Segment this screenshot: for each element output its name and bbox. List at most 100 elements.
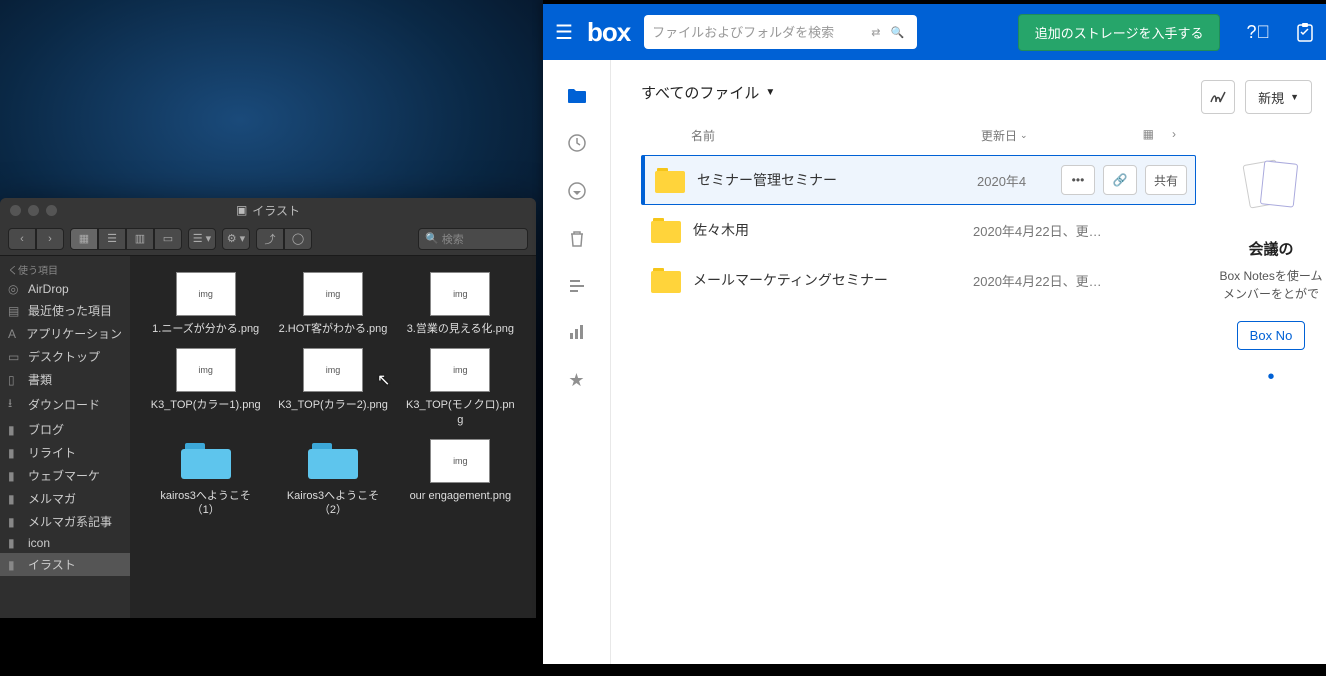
col-name-header[interactable]: 名前 [691,127,981,144]
sidebar-item[interactable]: ▮ウェブマーケ [0,464,130,487]
row-date: 2020年4 [977,171,1061,190]
folder-icon [177,439,235,483]
folder-icon [651,217,681,243]
file-item[interactable]: imgour engagement.png [399,437,522,520]
tasks-icon[interactable] [1296,22,1314,42]
action-button[interactable]: ⚙ ▾ [222,228,250,250]
sidebar-item[interactable]: ▮ イラスト [0,553,130,576]
finder-search[interactable]: 🔍 検索 [418,228,528,250]
grid-view-icon[interactable]: ▦ [1143,127,1154,144]
storage-upgrade-button[interactable]: 追加のストレージを入手する [1018,14,1221,51]
sidebar-item-label: ダウンロード [28,396,100,413]
sidebar-item[interactable]: ▮ メルマガ系記事 [0,510,130,533]
file-item[interactable]: Kairos3へようこそ（2） [271,437,394,520]
finder-titlebar[interactable]: ▣ イラスト [0,198,536,222]
file-item[interactable]: img 1.ニーズが分かる.png [144,270,267,338]
sidebar-item[interactable]: ▮メルマガ [0,487,130,510]
box-search-input[interactable] [652,25,866,40]
share-button[interactable]: 共有 [1145,165,1187,195]
file-item[interactable]: imgK3_TOP(カラー1).png [144,346,267,429]
min-light[interactable] [28,205,39,216]
new-button-label: 新規 [1258,88,1284,107]
search-icon[interactable]: 🔍 [885,26,909,39]
sidebar-item[interactable]: ▮icon [0,533,130,553]
row-date: 2020年4月22日、更… [973,271,1188,290]
sidebar-item-icon: ▮ [8,558,22,572]
col-date-header[interactable]: 更新日⌄ [981,127,1143,144]
finder-title: イラスト [252,202,300,219]
file-item[interactable]: imgK3_TOP(モノクロ).png [399,346,522,429]
new-button[interactable]: 新規▼ [1245,80,1312,114]
rail-files-icon[interactable] [567,88,587,104]
menu-icon[interactable]: ☰ [555,20,573,45]
window-controls[interactable] [10,205,57,216]
file-item[interactable]: img2.HOT客がわかる.png [271,270,394,338]
sidebar-item[interactable]: ⭳ダウンロード [0,391,130,418]
table-row[interactable]: セミナー管理セミナー 2020年4 ••• 🔗 共有 [641,155,1196,205]
sidebar-item-label: イラスト [28,556,76,573]
box-notes-button[interactable]: Box No [1237,321,1306,350]
share-button[interactable]: ⤴ [256,228,284,250]
help-icon[interactable]: ?⃝ [1246,22,1270,43]
tag-button[interactable]: ◯ [284,228,312,250]
sidebar-item[interactable]: ▯書類 [0,368,130,391]
rail-favorites-icon[interactable]: ★ [568,370,584,391]
sidebar-item-label: icon [28,536,50,550]
rail-synced-icon[interactable] [568,182,586,200]
sign-button[interactable] [1201,80,1235,114]
chevron-down-icon: ▼ [765,87,775,98]
sidebar-item-label: ブログ [28,421,64,438]
folder-icon [655,167,685,193]
sidebar-item-icon: ▯ [8,373,22,387]
pager-dot[interactable]: • [1216,366,1326,389]
sidebar-item-label: メルマガ [28,490,76,507]
sidebar-item[interactable]: ▮リライト [0,441,130,464]
sidebar-item-icon: ▮ [8,423,22,437]
folder-icon: ▣ [236,203,247,217]
sidebar-item-icon: A [8,327,20,341]
rail-analytics-icon[interactable] [569,324,585,340]
sidebar-item-icon: ▮ [8,515,22,529]
sidebar-item-icon: ◎ [8,282,22,296]
link-button[interactable]: 🔗 [1103,165,1137,195]
max-light[interactable] [46,205,57,216]
sidebar-item[interactable]: ▮ ブログ [0,418,130,441]
finder-content-grid[interactable]: img 1.ニーズが分かる.png img2.HOT客がわかる.pngimg3.営業… [130,256,536,618]
right-panel: 会議の Box Notesを使ームメンバーをとがで Box No • [1216,82,1326,664]
file-item[interactable]: img3.営業の見える化.png [399,270,522,338]
rail-recents-icon[interactable] [568,134,586,152]
sidebar-item-label: メルマガ系記事 [28,513,112,530]
sidebar-item[interactable]: ◎AirDrop [0,279,130,299]
more-button[interactable]: ••• [1061,165,1095,195]
nav-fwd-button[interactable]: › [36,228,64,250]
file-item[interactable]: kairos3へようこそ（1） [144,437,267,520]
view-column-button[interactable]: ▥ [126,228,154,250]
search-options-icon[interactable]: ⇄ [866,26,885,39]
file-label: 1.ニーズが分かる.png [152,322,259,336]
rail-trash-icon[interactable] [569,230,585,248]
view-list-button[interactable]: ☰ [98,228,126,250]
rail-notes-icon[interactable] [568,278,586,294]
close-light[interactable] [10,205,21,216]
table-row[interactable]: メールマーケティングセミナー 2020年4月22日、更… [641,255,1196,305]
box-search[interactable]: ⇄ 🔍 [644,15,917,49]
sidebar-item-label: ウェブマーケ [28,467,100,484]
chevron-right-icon[interactable]: › [1172,127,1176,144]
sidebar-item[interactable]: Aアプリケーション [0,322,130,345]
view-icon-button[interactable]: ▦ [70,228,98,250]
finder-search-placeholder: 検索 [442,231,464,247]
nav-back-button[interactable]: ‹ [8,228,36,250]
sort-icon: ⌄ [1020,130,1028,141]
sidebar-item-icon: ▮ [8,446,22,460]
breadcrumb[interactable]: すべてのファイル ▼ [641,82,1196,103]
sidebar-item-label: 最近使った項目 [28,302,112,319]
view-gallery-button[interactable]: ▭ [154,228,182,250]
box-logo[interactable]: box [587,17,630,48]
sidebar-item[interactable]: ▭デスクトップ [0,345,130,368]
sidebar-item[interactable]: ▤最近使った項目 [0,299,130,322]
group-button[interactable]: ☰ ▾ [188,228,216,250]
column-headers: 名前 更新日⌄ ▦ › [641,121,1196,155]
table-row[interactable]: 佐々木用 2020年4月22日、更… [641,205,1196,255]
file-item[interactable]: imgK3_TOP(カラー2).png [271,346,394,429]
image-thumbnail: img [176,272,236,316]
